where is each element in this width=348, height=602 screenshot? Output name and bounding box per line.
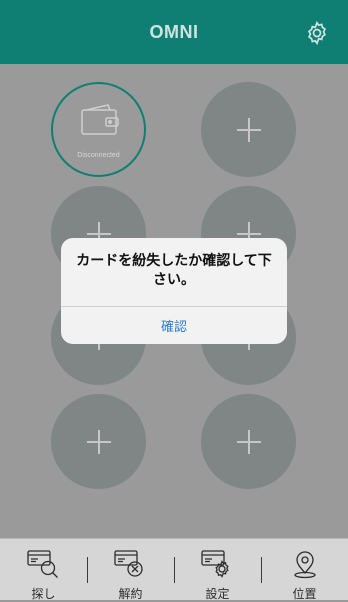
alert-dialog: カードを紛失したか確認して下さい。 確認 <box>61 238 287 344</box>
tab-settings[interactable]: 設定 <box>174 539 261 601</box>
tab-label: 解約 <box>118 587 143 601</box>
card-settings-icon <box>200 550 229 578</box>
tab-label: 探し <box>31 587 56 601</box>
bottom-tab-bar: 探し 解約 設定 位置 <box>0 538 348 601</box>
card-cancel-icon <box>113 550 143 577</box>
tab-location[interactable]: 位置 <box>261 539 348 601</box>
tab-search[interactable]: 探し <box>0 539 87 601</box>
location-pin-icon <box>293 551 316 579</box>
tab-label: 設定 <box>205 587 230 601</box>
dialog-message: カードを紛失したか確認して下さい。 <box>76 253 272 288</box>
tab-label: 位置 <box>292 587 317 601</box>
card-search-icon <box>26 550 58 578</box>
confirm-button[interactable]: 確認 <box>61 307 287 344</box>
tab-cancel[interactable]: 解約 <box>87 539 174 601</box>
